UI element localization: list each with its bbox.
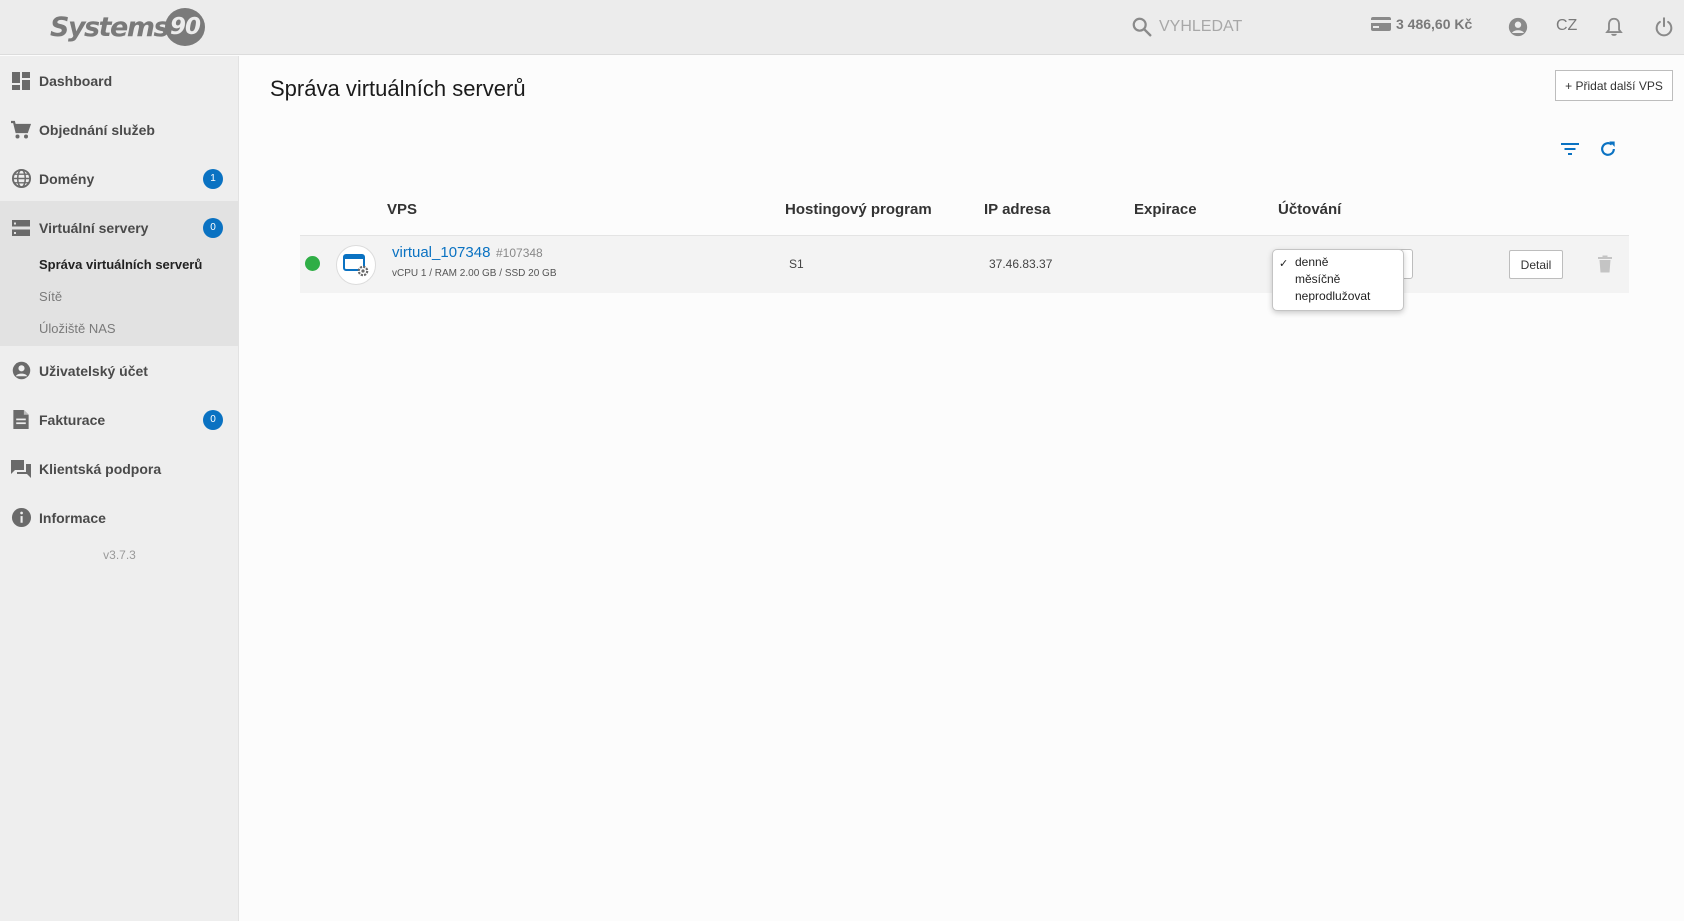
app-version: v3.7.3 [103, 548, 136, 562]
refresh-icon[interactable] [1595, 136, 1621, 162]
sidebar-item-label: Virtuální servery [39, 219, 149, 236]
language-switch[interactable]: CZ [1556, 17, 1577, 35]
sidebar-item-label: Uživatelský účet [39, 362, 148, 379]
globe-icon [10, 168, 32, 190]
sidebar-item-invoicing[interactable]: Fakturace 0 [0, 395, 239, 444]
vps-avatar [336, 245, 376, 285]
server-icon [10, 217, 32, 239]
subnav-vps-management[interactable]: Správa virtuálních serverů [39, 257, 202, 272]
cart-icon [10, 119, 32, 141]
sidebar-item-virtual-servers[interactable]: Virtuální servery 0 [0, 203, 239, 252]
sidebar-item-information[interactable]: Informace [0, 493, 239, 542]
sidebar-item-label: Informace [39, 509, 106, 526]
sidebar-item-label: Klientská podpora [39, 460, 162, 477]
status-indicator [305, 256, 320, 271]
sidebar-item-label: Objednání služeb [39, 121, 155, 138]
billing-option-daily[interactable]: denně [1295, 255, 1328, 269]
sidebar-item-label: Domény [39, 170, 95, 187]
sidebar-item-label: Fakturace [39, 411, 106, 428]
credit-amount: 3 486,60 Kč [1396, 16, 1473, 32]
column-header-ip[interactable]: IP adresa [984, 201, 1050, 218]
account-icon[interactable] [1505, 14, 1531, 40]
account-icon [10, 360, 32, 382]
trash-icon[interactable] [1596, 254, 1614, 274]
sidebar-item-order-services[interactable]: Objednání služeb [0, 105, 239, 154]
subnav-networks[interactable]: Sítě [39, 289, 62, 304]
table-row [300, 235, 1629, 293]
info-icon [10, 507, 32, 529]
filter-icon[interactable] [1557, 136, 1583, 162]
subnav-nas-storage[interactable]: Úložiště NAS [39, 321, 116, 336]
sidebar-item-dashboard[interactable]: Dashboard [0, 56, 239, 105]
vps-name-link[interactable]: virtual_107348 [392, 244, 490, 261]
sidebar-item-domains[interactable]: Domény 1 [0, 154, 239, 203]
power-icon[interactable] [1651, 14, 1677, 40]
bell-icon[interactable] [1601, 14, 1627, 40]
top-bar: Systems90 3 486,60 Kč CZ [0, 0, 1684, 55]
logo-number: 90 [165, 8, 206, 46]
dashboard-icon [10, 70, 32, 92]
search-icon[interactable] [1131, 16, 1153, 38]
logo-text: Systems [50, 11, 170, 43]
billing-option-monthly[interactable]: měsíčně [1295, 272, 1340, 286]
add-vps-button[interactable]: + Přidat další VPS [1555, 70, 1673, 101]
hosting-program: S1 [789, 257, 804, 271]
detail-button[interactable]: Detail [1509, 250, 1563, 279]
ip-address: 37.46.83.37 [989, 257, 1053, 271]
domains-count-badge: 1 [203, 168, 223, 189]
chat-icon [10, 458, 32, 480]
logo[interactable]: Systems 90 [50, 8, 206, 46]
credit-balance[interactable]: 3 486,60 Kč [1370, 16, 1472, 32]
credit-card-icon [1371, 17, 1391, 31]
billing-dropdown: ✓ denně měsíčně neprodlužovat [1272, 249, 1404, 311]
search-input[interactable] [1159, 18, 1329, 36]
sidebar-item-support[interactable]: Klientská podpora [0, 444, 239, 493]
page-title: Správa virtuálních serverů [270, 76, 526, 101]
vps-id: #107348 [496, 246, 543, 260]
search [1131, 14, 1329, 40]
vps-settings-icon [343, 254, 369, 277]
column-header-expiration[interactable]: Expirace [1134, 201, 1197, 218]
sidebar-item-user-account[interactable]: Uživatelský účet [0, 346, 239, 395]
document-icon [10, 409, 32, 431]
column-header-program[interactable]: Hostingový program [785, 201, 932, 218]
billing-option-no-renewal[interactable]: neprodlužovat [1295, 289, 1370, 303]
vps-spec: vCPU 1 / RAM 2.00 GB / SSD 20 GB [392, 268, 557, 279]
invoices-count-badge: 0 [203, 409, 223, 430]
column-header-billing[interactable]: Účtování [1278, 201, 1341, 218]
check-icon: ✓ [1279, 258, 1289, 270]
sidebar-item-label: Dashboard [39, 72, 113, 89]
sidebar: Dashboard Objednání služeb Domény 1 Virt… [0, 56, 239, 921]
servers-count-badge: 0 [203, 217, 223, 238]
column-header-vps[interactable]: VPS [387, 201, 417, 218]
